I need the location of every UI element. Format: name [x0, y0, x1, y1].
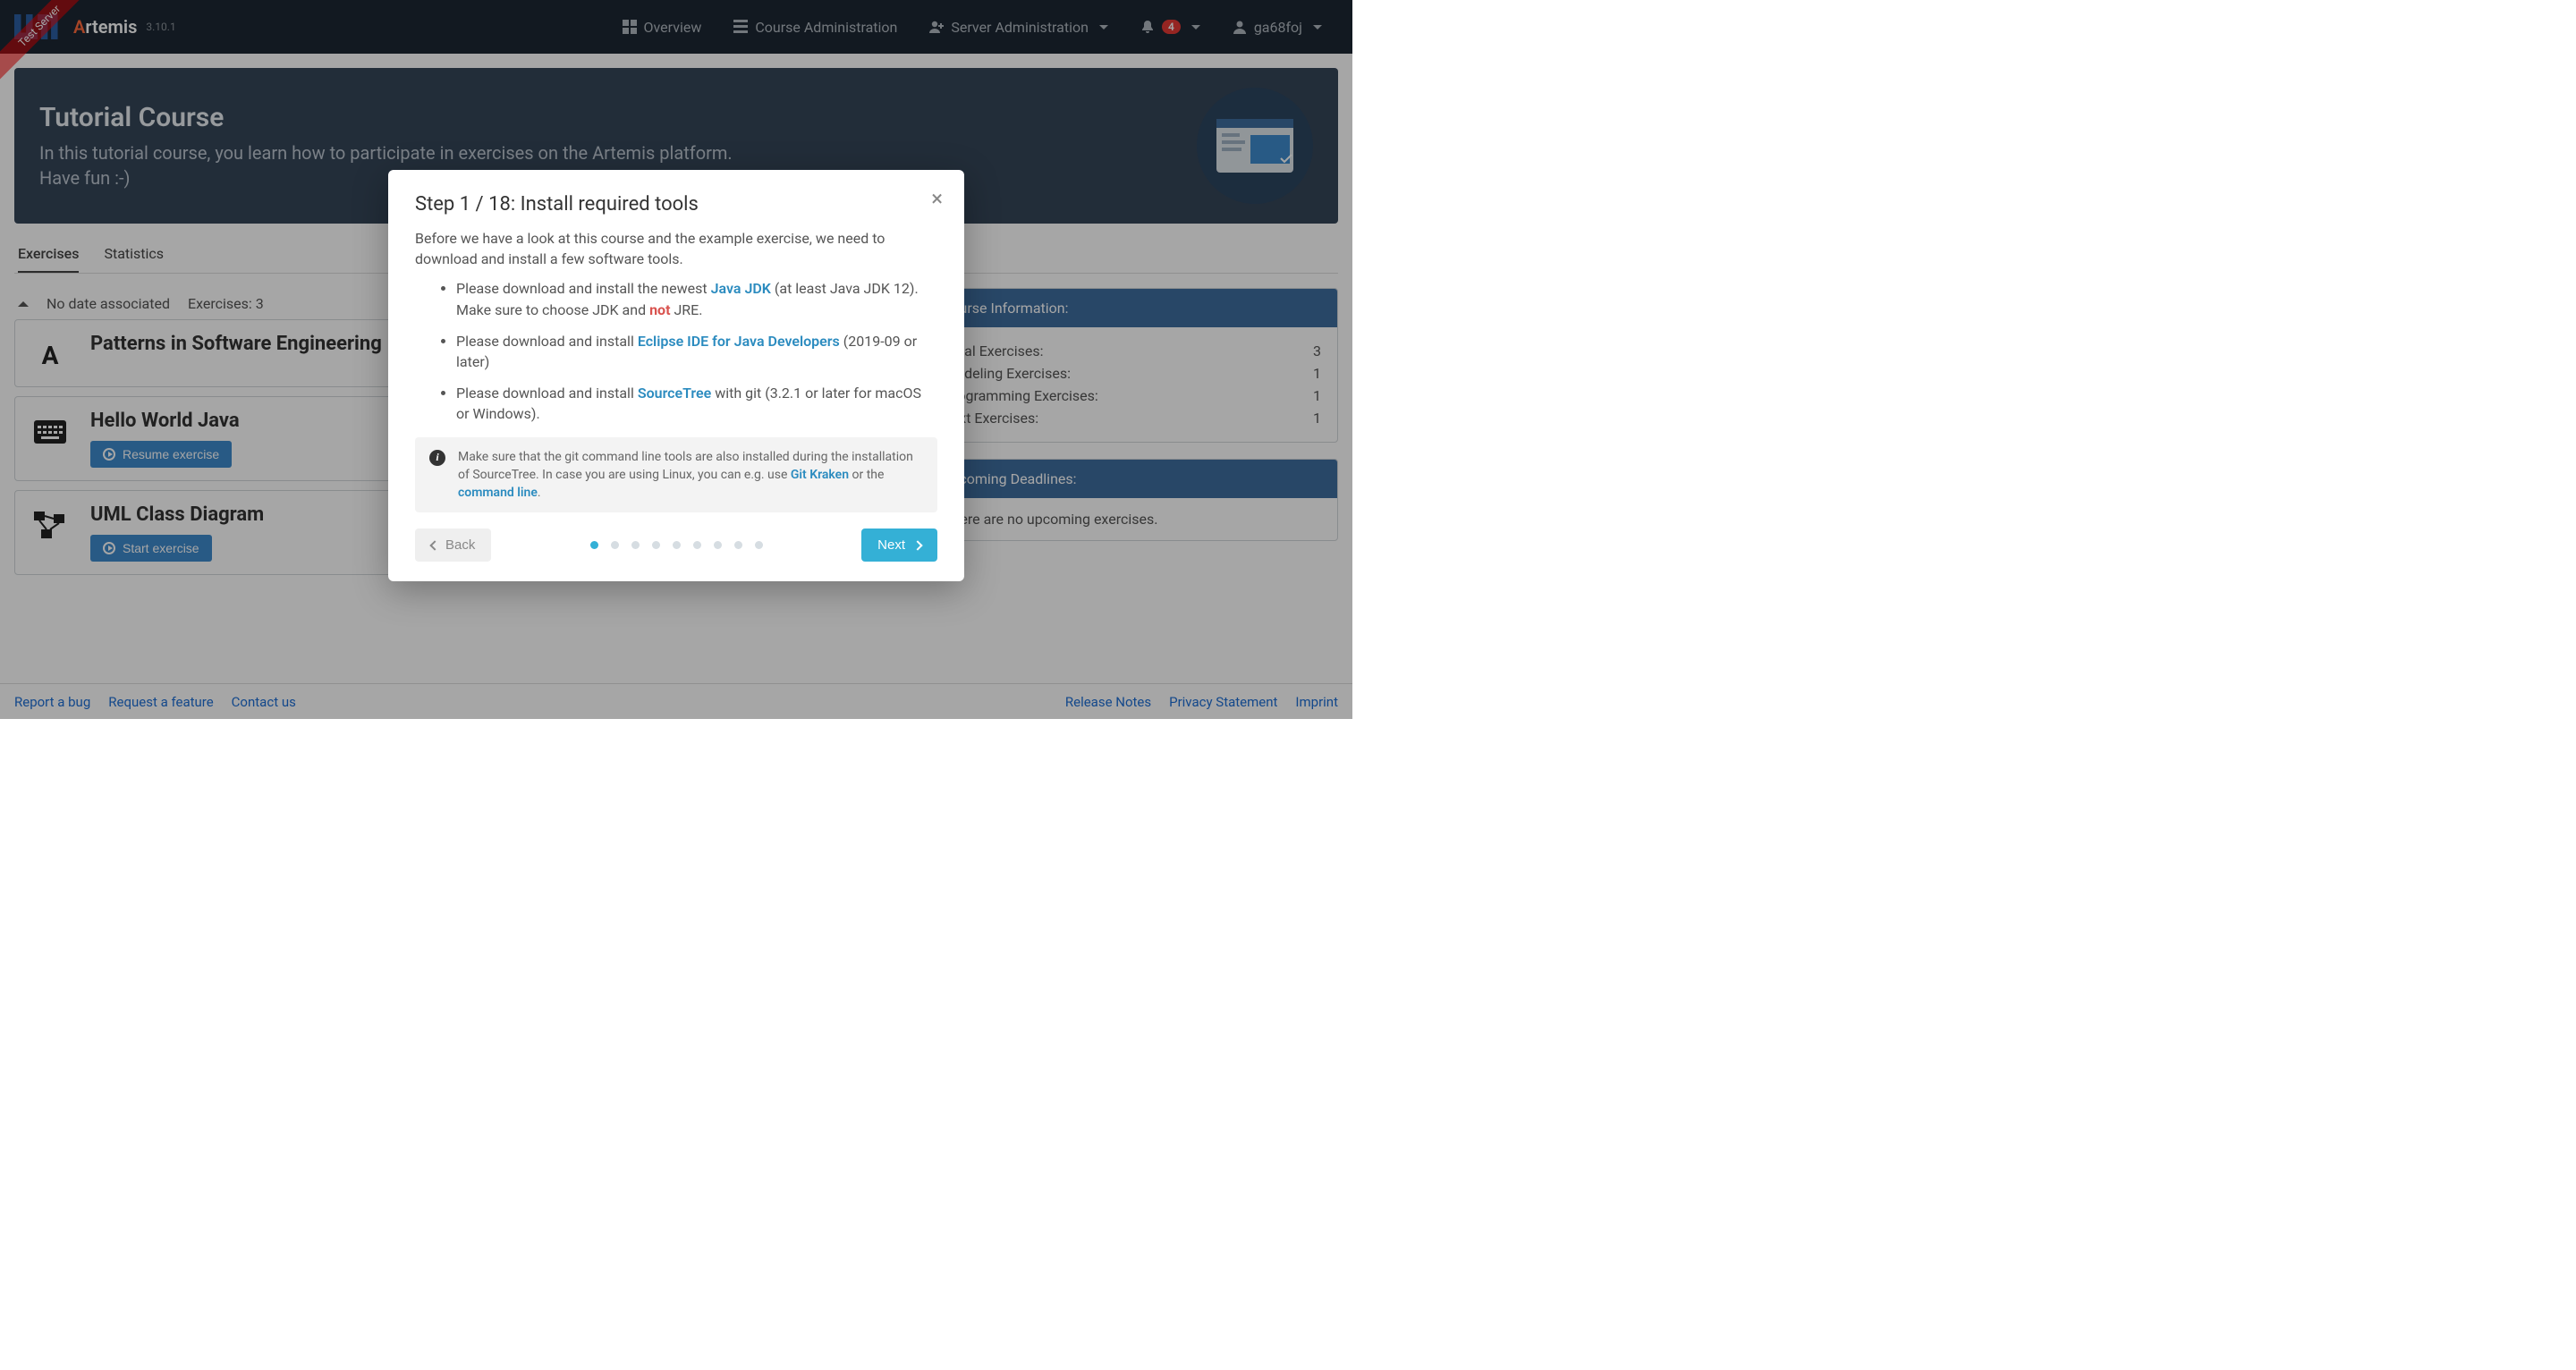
tutorial-modal: × Step 1 / 18: Install required tools Be…: [388, 170, 964, 581]
step-dot[interactable]: [734, 541, 742, 549]
commandline-link[interactable]: command line: [458, 486, 538, 500]
sourcetree-link[interactable]: SourceTree: [638, 385, 711, 402]
next-button[interactable]: Next: [861, 529, 937, 562]
step-dot[interactable]: [611, 541, 619, 549]
modal-tip: i Make sure that the git command line to…: [415, 437, 937, 513]
back-button: Back: [415, 529, 491, 562]
step-dot[interactable]: [673, 541, 681, 549]
modal-bullet: Please download and install the newest J…: [456, 278, 937, 319]
step-dot[interactable]: [693, 541, 701, 549]
chevron-right-icon: [912, 540, 922, 550]
step-dots: [502, 541, 851, 549]
chevron-left-icon: [429, 540, 439, 550]
step-dot[interactable]: [714, 541, 722, 549]
modal-title: Step 1 / 18: Install required tools: [415, 193, 937, 216]
java-jdk-link[interactable]: Java JDK: [711, 280, 771, 297]
modal-bullet: Please download and install Eclipse IDE …: [456, 331, 937, 372]
info-icon: i: [429, 450, 445, 466]
step-dot[interactable]: [590, 541, 598, 549]
modal-bullet: Please download and install SourceTree w…: [456, 383, 937, 424]
step-dot[interactable]: [652, 541, 660, 549]
modal-intro: Before we have a look at this course and…: [415, 228, 937, 269]
step-dot[interactable]: [631, 541, 640, 549]
eclipse-link[interactable]: Eclipse IDE for Java Developers: [638, 333, 840, 350]
step-dot[interactable]: [755, 541, 763, 549]
close-icon[interactable]: ×: [931, 188, 943, 209]
gitkraken-link[interactable]: Git Kraken: [791, 468, 849, 482]
